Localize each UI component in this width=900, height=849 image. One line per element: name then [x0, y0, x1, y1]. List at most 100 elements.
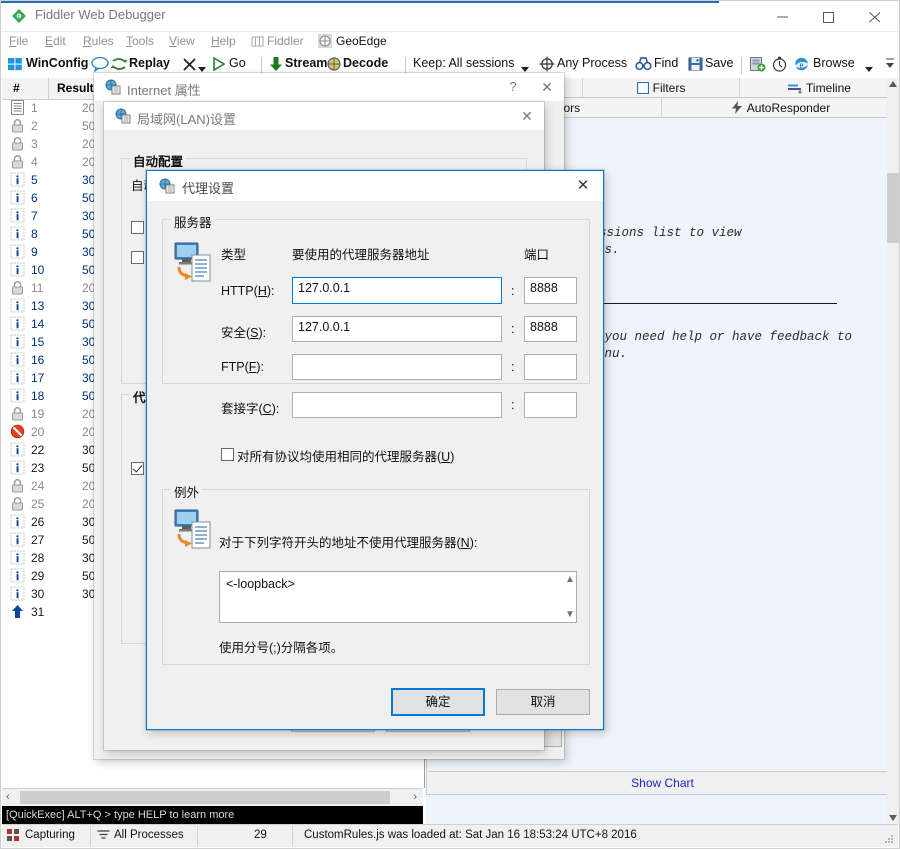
menu-help[interactable]: Help	[211, 34, 236, 48]
socks-proxy-address-input[interactable]	[292, 392, 502, 418]
lock-icon	[10, 154, 25, 169]
lan-settings-titlebar: 局域网(LAN)设置 ✕	[104, 102, 544, 130]
proxy-settings-dialog: 代理设置 ✕ 服务器 类型 要使用的代理服务器地址 端口 HTTP(H): 12…	[146, 170, 604, 730]
browse-button[interactable]: Browse	[813, 56, 855, 70]
hscroll-left-arrow[interactable]: ‹	[6, 791, 10, 803]
vscroll-down-arrow[interactable]	[887, 812, 899, 824]
secure-proxy-address-input[interactable]: 127.0.0.1	[292, 316, 502, 342]
find-button[interactable]: Find	[654, 56, 678, 70]
maximize-button[interactable]	[807, 1, 853, 30]
http-proxy-address-input[interactable]: 127.0.0.1	[292, 277, 502, 304]
secure-proxy-port-input[interactable]: 8888	[524, 316, 577, 342]
use-same-proxy-checkbox[interactable]	[221, 448, 234, 461]
menu-tools[interactable]: Tools	[126, 34, 154, 48]
menu-file[interactable]: FFileile	[9, 34, 28, 48]
quickexec-box[interactable]: [QuickExec] ALT+Q > type HELP to learn m…	[2, 806, 423, 825]
auto-detect-settings-checkbox[interactable]	[131, 221, 144, 234]
status-divider-2	[197, 826, 198, 846]
menu-edit[interactable]: Edit	[45, 34, 66, 48]
vscroll-thumb[interactable]	[887, 173, 899, 243]
info-icon	[10, 172, 25, 187]
right-panel-vscrollbar[interactable]	[887, 78, 899, 824]
exceptions-textarea[interactable]: <-loopback>	[219, 571, 577, 623]
capture-clipboard-icon[interactable]	[749, 56, 766, 75]
use-same-proxy-label[interactable]: 对所有协议均使用相同的代理服务器(U)	[237, 446, 454, 465]
lock-icon	[10, 496, 25, 511]
internet-properties-help-button[interactable]: ?	[496, 73, 530, 101]
info-icon	[10, 244, 25, 259]
window-titlebar: F Fiddler Web Debugger	[1, 1, 899, 32]
status-divider-1	[90, 826, 91, 846]
tab-filters[interactable]: Filters	[583, 78, 740, 98]
menu-view[interactable]: View	[169, 34, 195, 48]
menu-rules[interactable]: Rules	[83, 34, 114, 48]
show-chart-link[interactable]: Show Chart	[428, 771, 896, 793]
go-button[interactable]: Go	[229, 56, 246, 70]
tab-timeline-label: Timeline	[806, 81, 851, 95]
ftp-proxy-address-input[interactable]	[292, 354, 502, 380]
info-icon	[10, 514, 25, 529]
window-title: Fiddler Web Debugger	[35, 7, 166, 22]
internet-properties-close-button[interactable]: ✕	[530, 73, 564, 101]
ftp-row-label: FTP(F):	[221, 360, 265, 374]
stream-button[interactable]: Stream	[285, 56, 327, 70]
lan-settings-close-button[interactable]: ✕	[510, 102, 544, 130]
keep-sessions-button[interactable]: Keep: All sessions	[413, 56, 514, 70]
sessions-hscrollbar[interactable]: ‹ ›	[2, 788, 423, 806]
capturing-status[interactable]: Capturing	[25, 829, 75, 841]
save-button[interactable]: Save	[705, 56, 734, 70]
winconfig-button[interactable]: WinConfig	[26, 56, 88, 70]
info-icon	[10, 190, 25, 205]
status-bar: Capturing All Processes 29 CustomRules.j…	[2, 824, 898, 847]
info-icon	[10, 298, 25, 313]
column-header-result[interactable]: Result	[57, 81, 94, 95]
tab-timeline[interactable]: Timeline	[740, 78, 899, 98]
info-icon	[10, 388, 25, 403]
socks-proxy-port-input[interactable]	[524, 392, 577, 418]
titlebar-accent	[1, 1, 719, 3]
decode-button[interactable]: Decode	[343, 56, 388, 70]
ftp-proxy-port-input[interactable]	[524, 354, 577, 380]
timer-icon[interactable]	[771, 56, 788, 75]
exceptions-scroll-down-icon[interactable]: ▼	[565, 609, 575, 620]
info-icon	[10, 568, 25, 583]
toolbar-separator-3	[741, 57, 742, 74]
tab-autoresponder[interactable]: AutoResponder	[662, 98, 899, 118]
process-filter-status[interactable]: All Processes	[114, 829, 184, 841]
toolbar-overflow-icon[interactable]	[885, 55, 895, 76]
hscroll-right-arrow[interactable]: ›	[413, 791, 417, 803]
minimize-button[interactable]	[761, 1, 807, 30]
lock-icon	[10, 136, 25, 151]
filters-icon	[636, 80, 649, 100]
status-divider-3	[292, 826, 293, 846]
vscroll-up-arrow[interactable]	[887, 78, 899, 90]
server-group-label: 服务器	[171, 212, 215, 231]
proxy-ok-button[interactable]: 确定	[391, 688, 485, 716]
use-auto-config-script-checkbox[interactable]	[131, 251, 144, 264]
column-header-number[interactable]: #	[13, 81, 20, 95]
replay-button[interactable]: Replay	[129, 56, 170, 70]
http-proxy-port-input[interactable]: 8888	[524, 277, 577, 304]
menu-geoedge[interactable]: GeoEdge	[336, 34, 387, 48]
info-icon	[10, 226, 25, 241]
any-process-button[interactable]: Any Process	[557, 56, 627, 70]
browse-dropdown-chevron-icon[interactable]	[865, 62, 874, 76]
info-icon	[10, 316, 25, 331]
close-button[interactable]	[853, 1, 899, 30]
column-divider-1[interactable]	[48, 78, 49, 99]
resize-grip-icon[interactable]	[883, 833, 895, 848]
info-icon	[10, 208, 25, 223]
use-proxy-server-checkbox[interactable]	[131, 462, 144, 475]
socks-row-label: 套接字(C):	[221, 402, 280, 416]
exceptions-scroll-up-icon[interactable]: ▲	[565, 574, 575, 585]
menu-fiddler[interactable]: Fiddler	[267, 34, 304, 48]
proxy-cancel-button[interactable]: 取消	[496, 689, 590, 715]
exceptions-scrollbar[interactable]: ▲ ▼	[561, 572, 576, 622]
toolbar-separator-2	[405, 57, 406, 74]
process-filter-icon	[97, 829, 110, 843]
lock-icon	[10, 280, 25, 295]
hscroll-thumb[interactable]	[20, 791, 390, 804]
internet-properties-titlebar: Internet 属性 ? ✕	[94, 73, 564, 101]
timeline-icon	[788, 80, 802, 100]
proxy-settings-close-button[interactable]: ✕	[563, 171, 603, 201]
